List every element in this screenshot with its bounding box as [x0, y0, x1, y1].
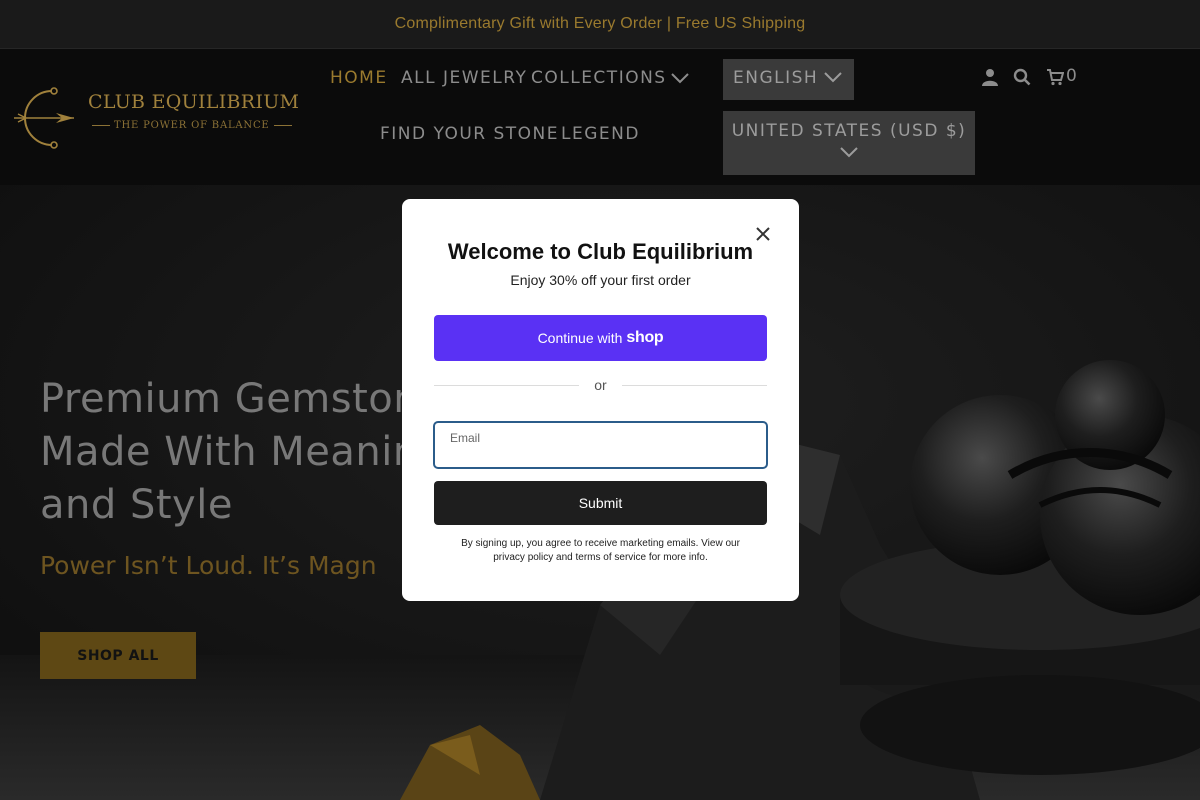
- email-field[interactable]: Email: [433, 421, 768, 469]
- shop-logo: shop: [626, 329, 664, 346]
- legal-disclaimer: By signing up, you agree to receive mark…: [461, 538, 740, 563]
- submit-button[interactable]: Submit: [434, 481, 767, 525]
- divider-right: [622, 385, 767, 386]
- modal-subtitle: Enjoy 30% off your first order: [510, 272, 691, 288]
- signup-modal: Welcome to Club Equilibrium Enjoy 30% of…: [402, 199, 799, 601]
- modal-title: Welcome to Club Equilibrium: [447, 239, 754, 264]
- shop-button-prefix: Continue with: [537, 330, 623, 346]
- email-label: Email: [450, 431, 481, 445]
- continue-with-shop-button[interactable]: Continue with shop: [434, 315, 767, 361]
- email-input[interactable]: [448, 445, 753, 465]
